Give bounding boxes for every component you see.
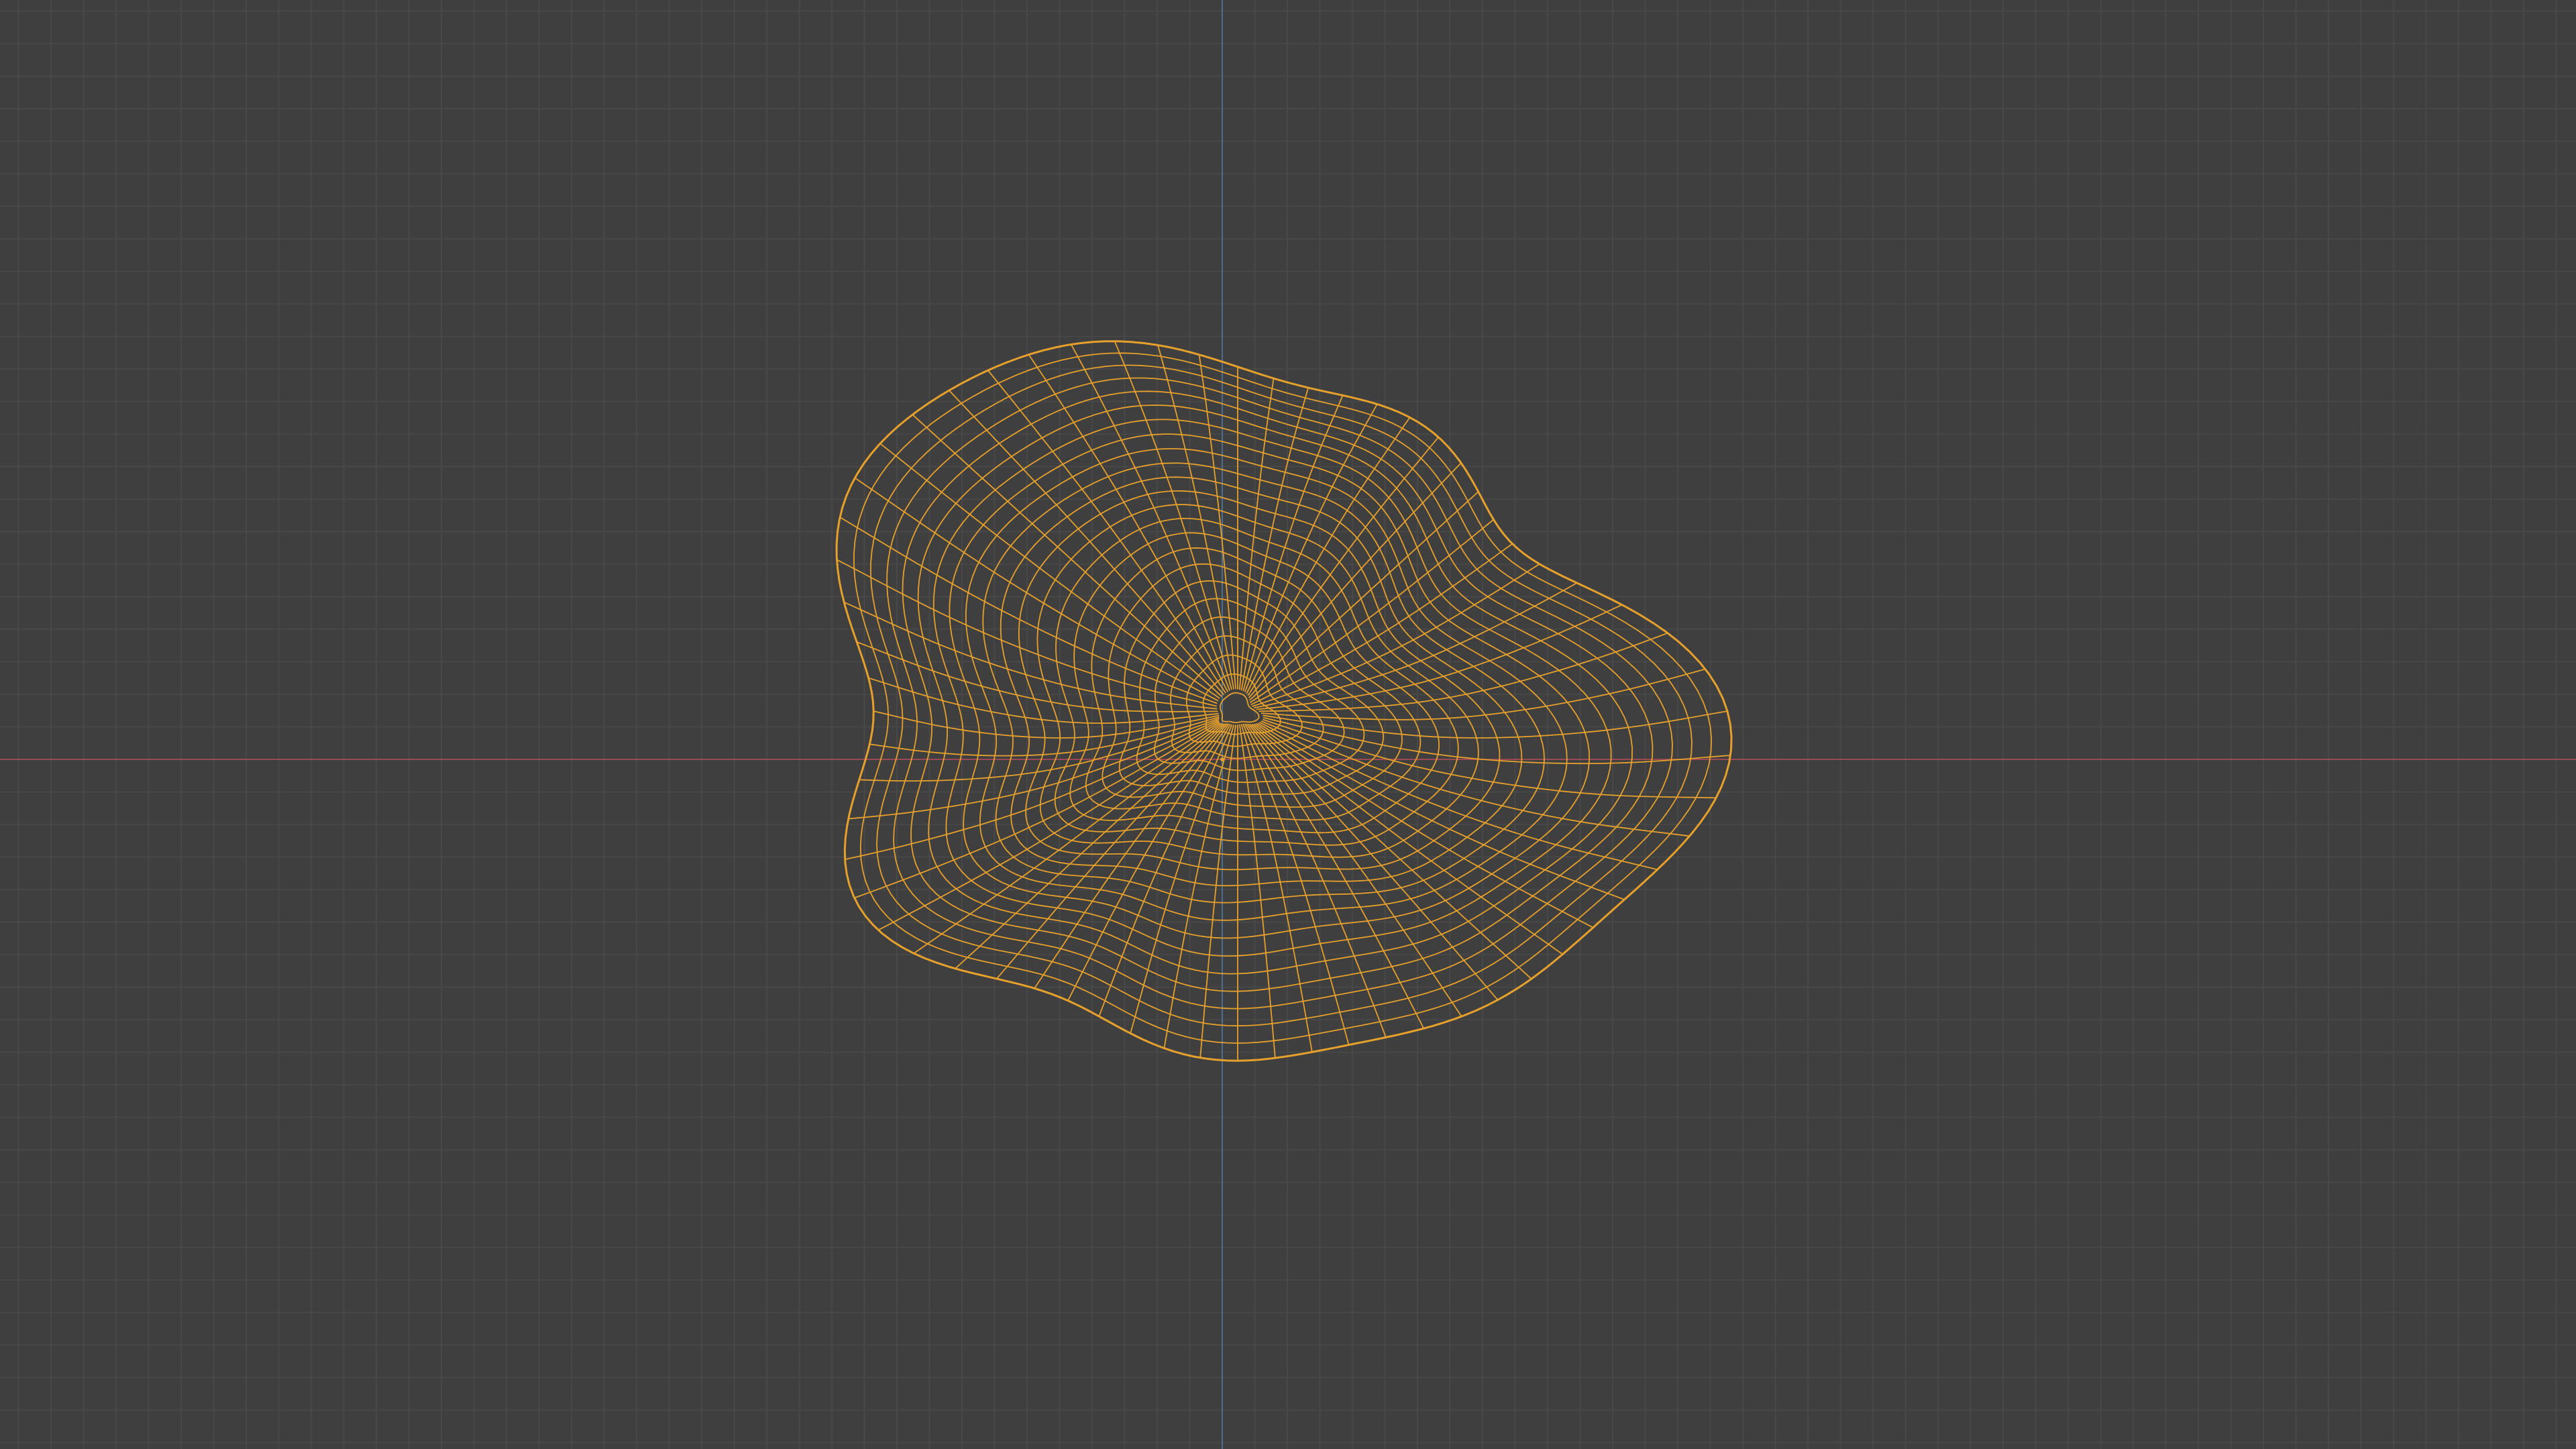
mesh-edge-radial: [854, 477, 1219, 702]
mesh-edge-radial: [913, 722, 1223, 954]
mesh-edge-radial: [1263, 716, 1731, 765]
viewport-canvas[interactable]: [0, 0, 2576, 1449]
mesh-edge-radial: [856, 641, 1218, 712]
object-origin-point: [1220, 757, 1224, 761]
mesh-edge-radial: [1240, 723, 1313, 1053]
mesh-edge-loop: [917, 405, 1633, 975]
floor-grid: [0, 0, 2576, 1449]
3d-viewport[interactable]: [0, 0, 2576, 1449]
mesh-edge-radial: [955, 723, 1225, 969]
mesh-edge-radial: [1250, 543, 1513, 706]
mesh-edge-radial: [1249, 519, 1495, 704]
mesh-edge-radial: [1034, 723, 1228, 989]
mesh-edge-radial: [873, 710, 1220, 739]
mesh-edge-loop: [853, 352, 1713, 1044]
mesh-edge-radial: [1251, 723, 1532, 979]
mesh-edge-loop: [1018, 490, 1501, 871]
mesh-edge-loop: [982, 462, 1545, 904]
mesh-edge-radial: [996, 723, 1226, 979]
wireframe-mesh[interactable]: [835, 340, 1733, 1062]
mesh-edge-radial: [1244, 404, 1378, 693]
